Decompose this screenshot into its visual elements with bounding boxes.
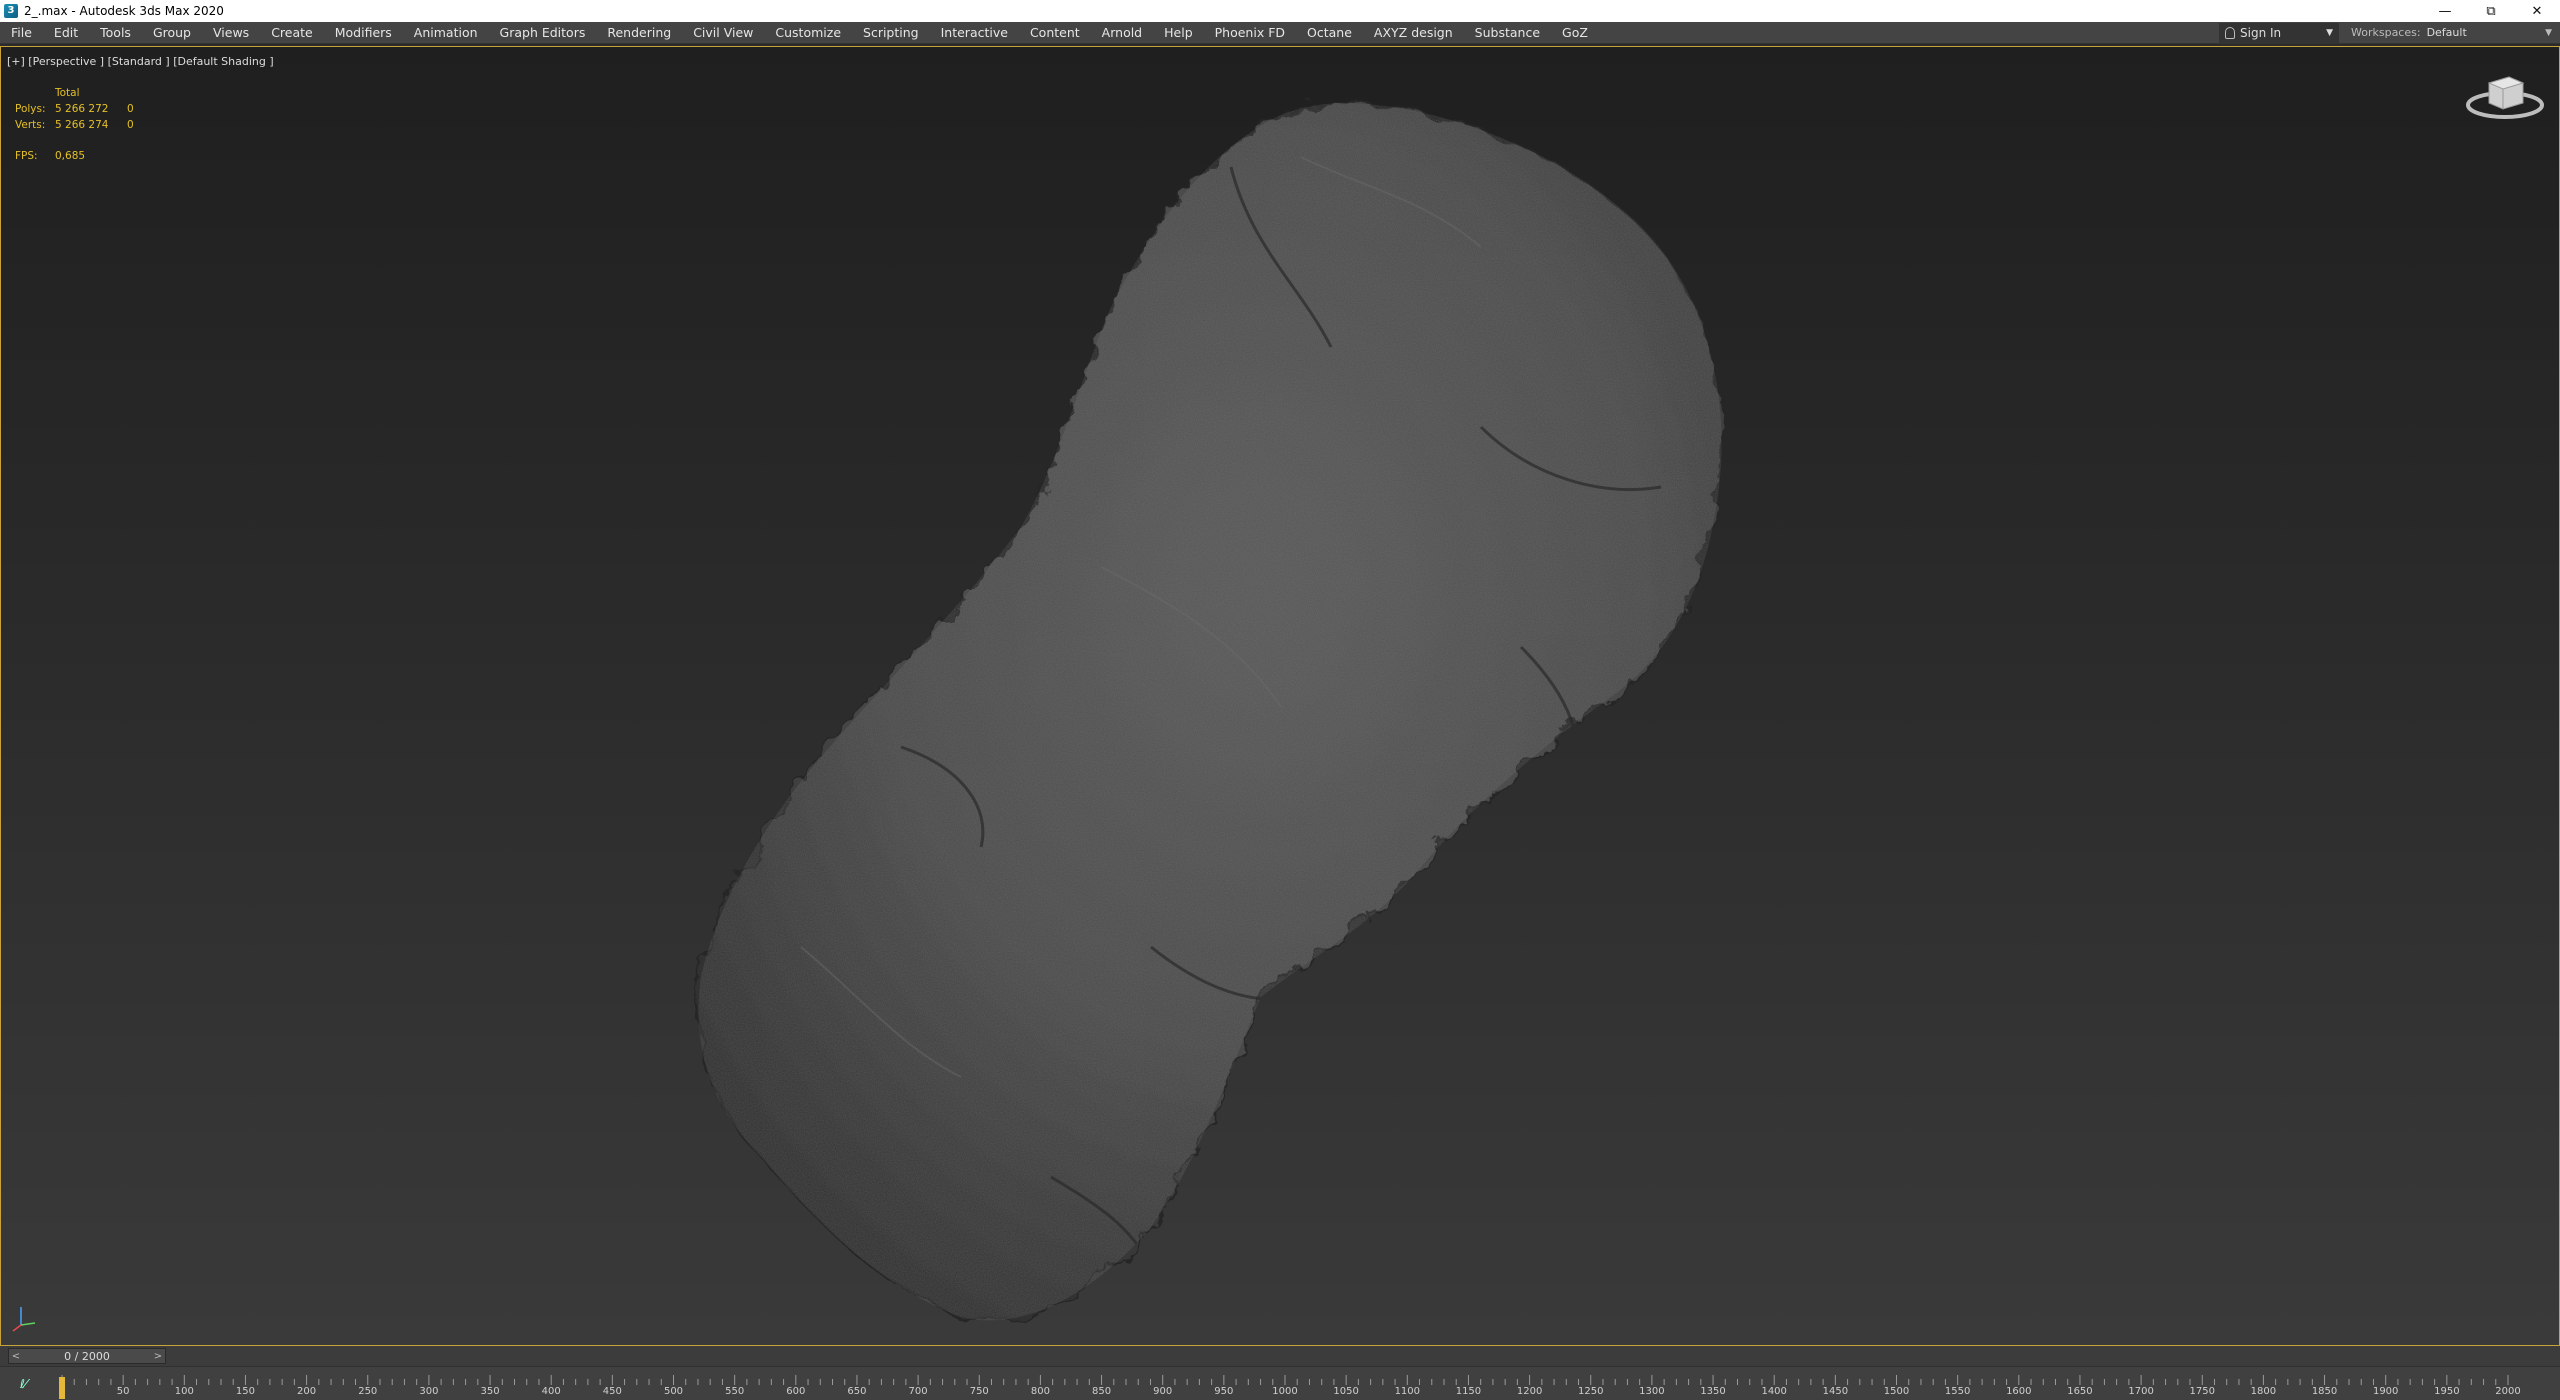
timeline-tick-label: 750 <box>969 1386 989 1397</box>
workspaces-label: Workspaces: <box>2351 26 2421 39</box>
rock-mesh[interactable] <box>1 47 2560 1346</box>
menu-bar: File Edit Tools Group Views Create Modifiers An… <box>0 22 2560 44</box>
close-icon[interactable]: ✕ <box>2514 0 2560 22</box>
timeline-tick-label: 1050 <box>1333 1386 1359 1397</box>
timeline-tick-label: 1950 <box>2434 1386 2460 1397</box>
sign-in-label: Sign In <box>2240 25 2282 40</box>
previous-frame-button[interactable]: < <box>9 1351 23 1362</box>
timeline-tick-label: 850 <box>1092 1386 1112 1397</box>
timeline-tick-label: 400 <box>541 1386 561 1397</box>
time-slider-bar: < 0 / 2000 > <box>0 1346 2560 1366</box>
menu-item-create[interactable]: Create <box>260 22 324 43</box>
timeline-tick-label: 950 <box>1214 1386 1234 1397</box>
menu-item-scripting[interactable]: Scripting <box>852 22 930 43</box>
menu-item-group[interactable]: Group <box>142 22 202 43</box>
timeline-tick-label: 1400 <box>1761 1386 1787 1397</box>
timeline-tick-label: 100 <box>174 1386 194 1397</box>
menu-item-modifiers[interactable]: Modifiers <box>324 22 403 43</box>
timeline-tick-label: 1600 <box>2006 1386 2032 1397</box>
minimize-icon[interactable]: — <box>2422 0 2468 22</box>
timeline-tick-label: 250 <box>358 1386 378 1397</box>
timeline-tick-label: 500 <box>663 1386 684 1397</box>
user-icon <box>2225 26 2235 39</box>
timeline-tick-label: 2000 <box>2495 1386 2521 1397</box>
perspective-viewport[interactable]: [+] [Perspective ] [Standard ] [Default … <box>0 46 2560 1346</box>
time-slider[interactable]: < 0 / 2000 > <box>8 1348 166 1364</box>
timeline-tick-label: 700 <box>908 1386 928 1397</box>
menu-item-edit[interactable]: Edit <box>43 22 89 43</box>
viewcube-icon[interactable] <box>2465 69 2545 124</box>
menu-item-axyz-design[interactable]: AXYZ design <box>1363 22 1464 43</box>
axis-tripod-icon <box>12 1307 36 1332</box>
menu-item-content[interactable]: Content <box>1019 22 1091 43</box>
timeline-tick-label: 1100 <box>1394 1386 1421 1397</box>
restore-icon[interactable]: ⧉ <box>2468 0 2514 22</box>
workspaces-selector[interactable]: Workspaces: Default ▼ <box>2345 22 2560 44</box>
timeline-tick-label: 1850 <box>2311 1386 2338 1397</box>
menu-item-civil-view[interactable]: Civil View <box>682 22 764 43</box>
3ds-max-app-icon[interactable]: 3 <box>4 4 18 18</box>
menu-item-rendering[interactable]: Rendering <box>596 22 682 43</box>
title-bar: 3 2_.max - Autodesk 3ds Max 2020 — ⧉ ✕ <box>0 0 2560 22</box>
timeline-tick-label: 300 <box>419 1386 439 1397</box>
timeline-tick-label: 600 <box>786 1386 806 1397</box>
menu-item-goz[interactable]: GoZ <box>1551 22 1599 43</box>
timeline-tick-label: 350 <box>480 1386 500 1397</box>
timeline-tick-label: 1700 <box>2128 1386 2154 1397</box>
timeline-tick-label: 1750 <box>2189 1386 2215 1397</box>
timeline-tick-label: 1300 <box>1639 1386 1665 1397</box>
timeline-tick-label: 1150 <box>1455 1386 1482 1397</box>
menu-item-graph-editors[interactable]: Graph Editors <box>489 22 597 43</box>
workspaces-value: Default <box>2426 26 2467 39</box>
timeline-tick-label: 200 <box>297 1386 317 1397</box>
menu-item-views[interactable]: Views <box>202 22 260 43</box>
menu-item-arnold[interactable]: Arnold <box>1091 22 1153 43</box>
menu-item-help[interactable]: Help <box>1153 22 1204 43</box>
timeline-tick-label: 1900 <box>2372 1386 2399 1397</box>
next-frame-button[interactable]: > <box>151 1351 165 1362</box>
sign-in-dropdown[interactable]: Sign In ▼ <box>2219 22 2339 43</box>
chevron-down-icon: ▼ <box>2326 27 2333 38</box>
track-bar[interactable]: ℓ⁄ 50 100 150 200 250 300 350 400 450 500 550 600 65… <box>0 1366 2560 1400</box>
timeline-tick-label: 1350 <box>1700 1386 1726 1397</box>
timeline-tick-label: 50 <box>116 1386 130 1397</box>
menu-item-interactive[interactable]: Interactive <box>930 22 1019 43</box>
timeline-tick-label: 1800 <box>2250 1386 2277 1397</box>
menu-item-customize[interactable]: Customize <box>764 22 852 43</box>
menu-item-file[interactable]: File <box>0 22 43 43</box>
timeline-tick-label: 150 <box>235 1386 255 1397</box>
timeline-tick-label: 1250 <box>1578 1386 1604 1397</box>
timeline-tick-label: 1000 <box>1272 1386 1298 1397</box>
menu-item-animation[interactable]: Animation <box>403 22 489 43</box>
menu-item-substance[interactable]: Substance <box>1464 22 1551 43</box>
main-menu: File Edit Tools Group Views Create Modifiers An… <box>0 22 2219 43</box>
timeline-tick-label: 550 <box>725 1386 745 1397</box>
menu-item-tools[interactable]: Tools <box>89 22 142 43</box>
time-slider-label: 0 / 2000 <box>64 1349 110 1363</box>
timeline-tick-label: 1450 <box>1822 1386 1849 1397</box>
timeline-tick-label: 800 <box>1030 1386 1050 1397</box>
timeline-tick-label: 1550 <box>1944 1386 1971 1397</box>
chevron-down-icon: ▼ <box>2545 27 2552 38</box>
menu-item-octane[interactable]: Octane <box>1296 22 1363 43</box>
timeline-tick-label: 1650 <box>2067 1386 2093 1397</box>
menu-item-phoenix-fd[interactable]: Phoenix FD <box>1204 22 1296 43</box>
timeline-tick-label: 1500 <box>1883 1386 1910 1397</box>
current-frame-marker[interactable] <box>59 1377 65 1399</box>
timeline-tick-label: 650 <box>847 1386 867 1397</box>
timeline-tick-label: 900 <box>1153 1386 1173 1397</box>
timeline-tick-label: 450 <box>602 1386 622 1397</box>
timeline-tick-label: 1200 <box>1516 1386 1543 1397</box>
window-title: 2_.max - Autodesk 3ds Max 2020 <box>24 4 224 18</box>
